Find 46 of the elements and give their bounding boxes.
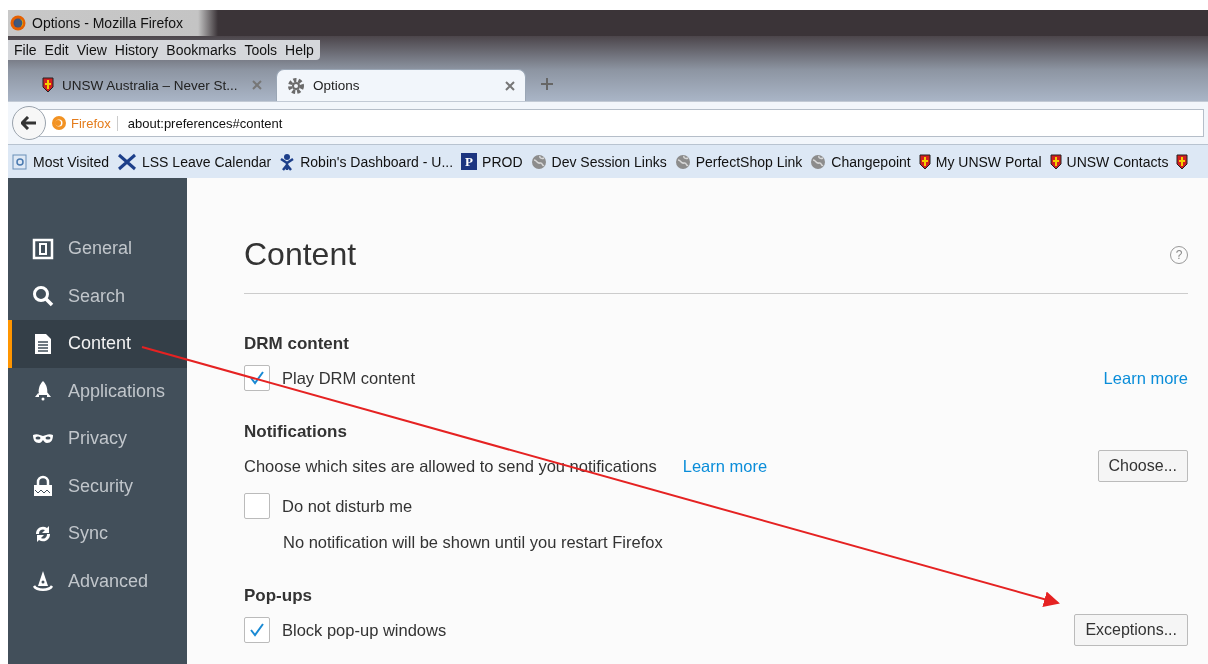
learn-more-link[interactable]: Learn more (682, 456, 768, 476)
bookmark-item[interactable]: UNSW Contacts (1049, 153, 1169, 170)
browser-tab[interactable]: UNSW Australia – Never St... (32, 69, 272, 101)
bookmark-item[interactable]: Dev Session Links (530, 153, 667, 170)
sidebar-item[interactable]: Sync (8, 510, 187, 558)
sidebar-item[interactable]: General (8, 225, 187, 273)
menu-item[interactable]: Tools (244, 41, 278, 58)
bookmark-item[interactable]: Most Visited (12, 153, 109, 170)
menu-item[interactable]: Help (285, 41, 314, 58)
note-text: No notification will be shown until you restart Firefox (283, 532, 663, 552)
p-letter-icon: P (461, 153, 478, 170)
sidebar-item[interactable]: Applications (8, 367, 187, 415)
checkbox-label: Do not disturb me (282, 496, 413, 516)
menu-item[interactable]: History (114, 41, 159, 58)
menu-item[interactable]: Bookmarks (166, 41, 237, 58)
address-field[interactable]: Firefox about:preferences#content (38, 109, 1204, 137)
identity-label: Firefox (71, 115, 118, 131)
dialog-button[interactable]: Exceptions... (1074, 614, 1188, 646)
browser-tab[interactable]: Options (276, 69, 526, 101)
section-heading: Notifications (244, 422, 348, 442)
tab-title: Options (313, 78, 361, 93)
sidebar-item[interactable]: Search (8, 272, 187, 320)
sidebar-item[interactable]: Security (8, 462, 187, 510)
url-text: about:preferences#content (127, 115, 283, 131)
sidebar-item[interactable]: Advanced (8, 557, 187, 605)
page-heading: Content (244, 236, 357, 273)
sidebar-item[interactable]: Content (8, 320, 187, 368)
bookmark-item[interactable]: PerfectShop Link (674, 153, 803, 170)
bookmark-item[interactable]: LSS Leave Calendar (117, 152, 272, 171)
menu-item[interactable]: File (14, 41, 37, 58)
section-heading: DRM content (244, 334, 350, 354)
menu-item[interactable]: View (76, 41, 107, 58)
section-heading: Pop-ups (244, 586, 313, 606)
bookmark-item[interactable]: P PROD (461, 153, 523, 170)
bookmark-item[interactable]: Changepoint (810, 153, 911, 170)
tab-title: UNSW Australia – Never St... (62, 77, 239, 93)
bookmark-item[interactable]: My UNSW Portal (918, 153, 1042, 170)
sidebar-item[interactable]: Privacy (8, 415, 187, 463)
bookmark-item[interactable]: Robin's Dashboard - U... (279, 152, 454, 171)
description-text: Choose which sites are allowed to send you notifications (244, 456, 657, 476)
menu-item[interactable]: Edit (44, 41, 69, 58)
checkbox-label: Play DRM content (282, 368, 415, 388)
learn-more-link[interactable]: Learn more (1103, 368, 1188, 388)
checkbox-label: Block pop-up windows (282, 620, 447, 640)
window-title: Options - Mozilla Firefox (32, 15, 183, 31)
dialog-button[interactable]: Choose... (1097, 450, 1188, 482)
